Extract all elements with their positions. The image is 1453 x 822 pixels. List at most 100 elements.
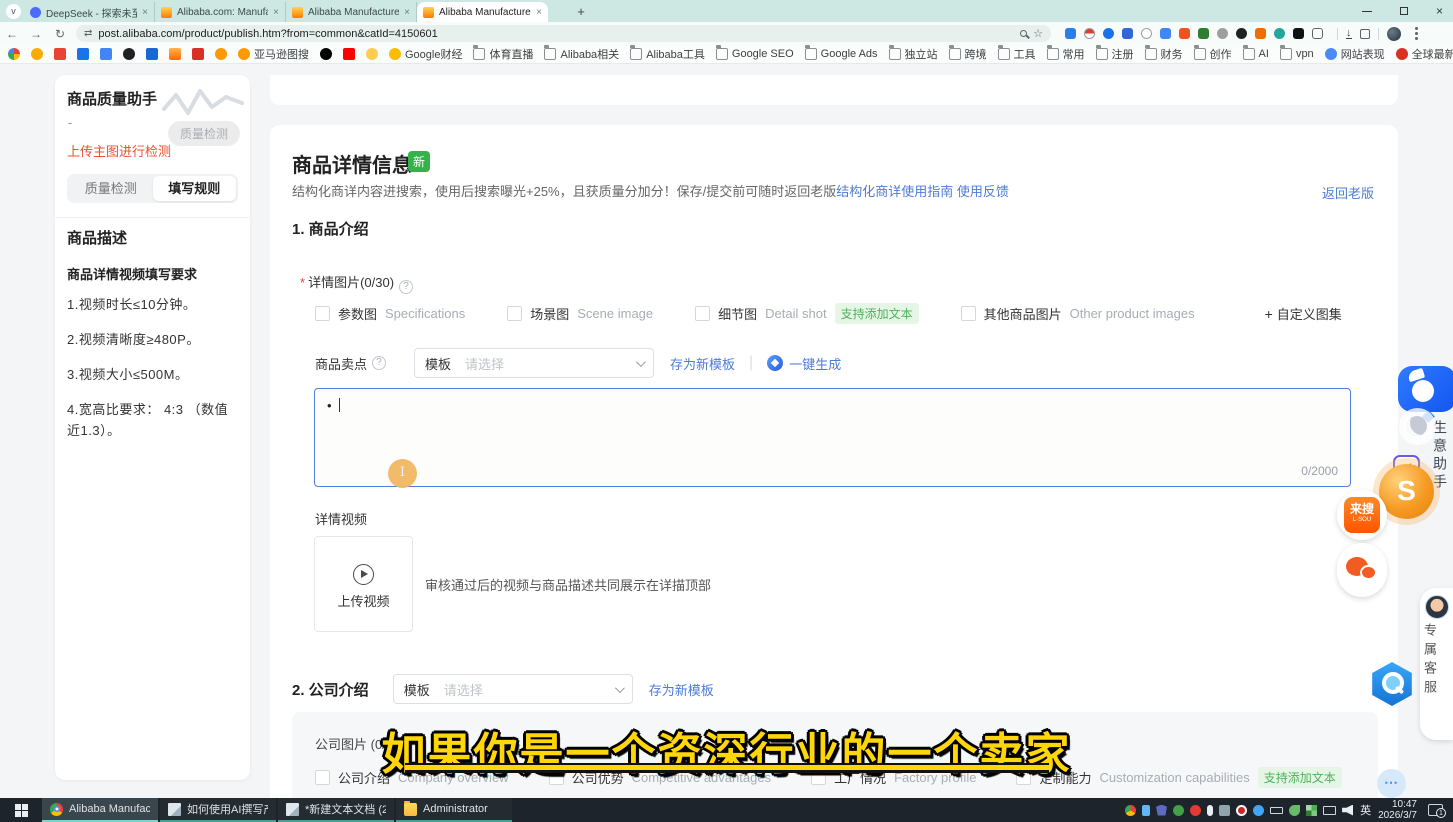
tray-icon[interactable] — [1253, 805, 1264, 816]
bookmark-item[interactable]: Google Ads — [805, 48, 878, 60]
bookmark-item[interactable] — [31, 48, 43, 60]
bookmark-item[interactable]: Google SEO — [716, 48, 794, 60]
wechat-contact-button[interactable] — [1337, 543, 1387, 597]
extension-icon[interactable] — [1084, 28, 1095, 39]
start-button[interactable] — [0, 798, 42, 822]
browser-menu-icon[interactable] — [1415, 32, 1418, 35]
extension-icon[interactable] — [1236, 28, 1247, 39]
extension-icon[interactable] — [1217, 28, 1228, 39]
bookmark-item[interactable]: 跨境 — [949, 46, 987, 62]
bookmark-item[interactable]: vpn — [1280, 48, 1314, 60]
moon-widget-icon[interactable] — [1399, 408, 1436, 445]
site-info-icon[interactable]: ⇄ — [84, 28, 92, 39]
taskbar-app[interactable]: 如何使用AI撰写产... — [160, 798, 276, 822]
tools-icon[interactable] — [1360, 29, 1370, 39]
bookmark-item[interactable] — [123, 48, 135, 60]
bookmark-item[interactable]: 独立站 — [889, 46, 938, 62]
bookmark-item[interactable]: AI — [1243, 48, 1269, 60]
image-type-option[interactable]: 其他商品图片 Other product images — [961, 304, 1195, 323]
checkbox[interactable] — [507, 306, 522, 321]
bookmark-item[interactable]: Alibaba相关 — [544, 46, 619, 62]
guide-link[interactable]: 结构化商详使用指南 — [836, 184, 953, 199]
notification-center-icon[interactable]: 1 — [1428, 804, 1443, 816]
help-icon[interactable] — [399, 280, 413, 294]
bookmark-item[interactable]: Alibaba工具 — [630, 46, 705, 62]
bookmark-item[interactable]: 网站表现 — [1325, 46, 1385, 62]
bookmark-item[interactable] — [77, 48, 89, 60]
template-select[interactable]: 模板 请选择 — [414, 348, 654, 378]
url-text[interactable]: post.alibaba.com/product/publish.htm?fro… — [98, 28, 1014, 40]
bookmark-item[interactable] — [343, 48, 355, 60]
bookmark-item[interactable] — [8, 48, 20, 60]
tray-icon[interactable] — [1323, 806, 1336, 815]
tray-icon[interactable] — [1236, 805, 1247, 816]
custom-gallery-button[interactable]: 自定义图集 — [1265, 304, 1342, 323]
checkbox[interactable] — [961, 306, 976, 321]
image-type-option[interactable]: 参数图 Specifications — [315, 304, 465, 323]
bookmark-item[interactable] — [320, 48, 332, 60]
bookmark-item[interactable] — [146, 48, 158, 60]
tab-search-icon[interactable]: v — [6, 4, 21, 19]
taskbar-app[interactable]: Alibaba Manufact... — [42, 798, 158, 822]
extension-icon[interactable] — [1255, 28, 1266, 39]
extension-icon[interactable] — [1293, 28, 1304, 39]
bookmark-item[interactable]: 全球最新期货市场... — [1396, 46, 1453, 62]
business-assistant-icon[interactable] — [1398, 366, 1453, 412]
bookmark-item[interactable]: 亚马逊图搜 — [238, 46, 309, 62]
tray-icon[interactable] — [1125, 805, 1136, 816]
bookmark-item[interactable]: Google财经 — [389, 46, 462, 62]
tab-close-icon[interactable]: × — [142, 7, 148, 18]
bookmark-item[interactable] — [54, 48, 66, 60]
image-type-option[interactable]: 细节图 Detail shot 支持添加文本 — [695, 303, 918, 324]
window-restore-icon[interactable] — [1400, 7, 1408, 15]
checkbox[interactable] — [695, 306, 710, 321]
feedback-link[interactable]: 使用反馈 — [957, 184, 1009, 199]
address-bar[interactable]: ⇄ post.alibaba.com/product/publish.htm?f… — [76, 25, 1051, 42]
extension-icon[interactable] — [1065, 28, 1076, 39]
bookmark-item[interactable] — [192, 48, 204, 60]
back-to-old-version-link[interactable]: 返回老版 — [1322, 183, 1374, 202]
bookmark-item[interactable]: 注册 — [1096, 46, 1134, 62]
company-template-select[interactable]: 模板 请选择 — [393, 674, 633, 704]
input-method-indicator[interactable]: 英 — [1360, 802, 1371, 818]
window-minimize-icon[interactable] — [1362, 11, 1372, 12]
tray-icon[interactable] — [1219, 805, 1230, 816]
selling-point-editor[interactable]: • 0/2000 — [314, 388, 1351, 487]
browser-tab[interactable]: Alibaba Manufacturer Direct: × — [417, 2, 548, 22]
extension-icon[interactable] — [1198, 28, 1209, 39]
taskbar-app[interactable]: Administrator — [396, 798, 512, 822]
one-click-generate-link[interactable]: 一键生成 — [789, 354, 841, 373]
bookmark-item[interactable]: 常用 — [1047, 46, 1085, 62]
bookmark-item[interactable]: 创作 — [1194, 46, 1232, 62]
back-icon[interactable]: ← — [0, 27, 24, 41]
tray-icon[interactable] — [1306, 805, 1317, 816]
sidebar-tab[interactable]: 质量检测 — [69, 176, 153, 201]
tab-close-icon[interactable]: × — [404, 7, 410, 18]
bookmark-item[interactable]: 工具 — [998, 46, 1036, 62]
extension-icon[interactable] — [1274, 28, 1285, 39]
tray-icon[interactable] — [1156, 805, 1167, 816]
profile-avatar[interactable] — [1387, 27, 1401, 41]
tab-close-icon[interactable]: × — [536, 7, 542, 18]
bookmark-item[interactable] — [215, 48, 227, 60]
reload-icon[interactable]: ↻ — [48, 27, 72, 41]
new-tab-button[interactable]: + — [572, 3, 590, 21]
skype-icon[interactable]: S — [1379, 464, 1434, 519]
taskbar-clock[interactable]: 10:47 2026/3/7 — [1378, 799, 1417, 821]
extension-icon[interactable] — [1160, 28, 1171, 39]
extension-icon[interactable] — [1312, 28, 1323, 39]
zoom-icon[interactable] — [1020, 30, 1027, 37]
extension-icon[interactable] — [1141, 28, 1152, 39]
forward-icon[interactable]: → — [24, 27, 48, 41]
browser-tab[interactable]: Alibaba.com: Manufacturers, × — [155, 2, 286, 22]
browser-tab[interactable]: Alibaba Manufacturer Direct: × — [286, 2, 417, 22]
save-as-template-link[interactable]: 存为新模板 — [670, 354, 735, 373]
tray-icon[interactable] — [1270, 807, 1283, 814]
image-type-option[interactable]: 场景图 Scene image — [507, 304, 653, 323]
save-as-template-link[interactable]: 存为新模板 — [649, 680, 714, 699]
sidebar-tab[interactable]: 填写规则 — [153, 176, 237, 201]
tray-icon[interactable] — [1289, 805, 1300, 816]
extension-icon[interactable] — [1122, 28, 1133, 39]
bookmark-star-icon[interactable]: ☆ — [1033, 27, 1043, 40]
laisou-search-icon[interactable]: 来搜 L·SOU — [1337, 490, 1387, 540]
